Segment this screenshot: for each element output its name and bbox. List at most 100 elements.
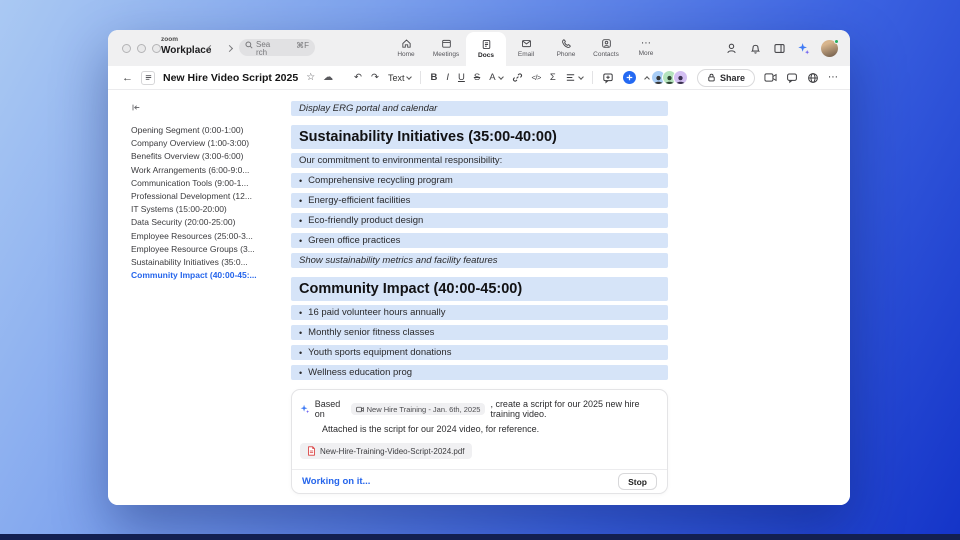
text-color-label: A [489,72,496,83]
zoom-window-button[interactable] [152,44,161,53]
tab-contacts[interactable]: Contacts [586,30,626,66]
outline-item[interactable]: Employee Resource Groups (3... [131,243,286,256]
cloud-sync-icon[interactable]: ☁ [323,72,333,83]
formula-button[interactable]: Σ [550,72,556,83]
bold-button[interactable]: B [430,72,437,83]
search-input[interactable]: Sea rch ⌘F [239,39,315,57]
doc-bullet-row[interactable]: Energy-efficient facilities [291,193,668,208]
tab-email[interactable]: Email [506,30,546,66]
undo-button[interactable]: ↶ [354,72,362,83]
doc-heading[interactable]: Community Impact (40:00-45:00) [291,277,668,301]
doc-title: New Hire Video Script 2025 [163,71,299,84]
outline-item[interactable]: Professional Development (12... [131,190,286,203]
collapse-toolbar-button[interactable] [643,75,650,82]
nav-label: Docs [478,52,494,59]
doc-bullet-row[interactable]: Green office practices [291,233,668,248]
share-label: Share [719,72,745,83]
ai-status-text: Working on it... [302,476,371,487]
outline-item-active[interactable]: Community Impact (40:00-45:... [131,269,286,282]
ai-source-chip[interactable]: New Hire Training - Jan. 6th, 2025 [350,403,486,415]
minimize-window-button[interactable] [137,44,146,53]
outline-item[interactable]: Data Security (20:00-25:00) [131,216,286,229]
doc-row[interactable]: Display ERG portal and calendar [291,101,668,116]
more-options-icon[interactable]: ⋯ [828,72,838,83]
italic-button[interactable]: I [446,72,449,83]
titlebar: zoom Workplace Sea rch ⌘F Home Meetings [108,30,850,66]
home-icon [401,39,411,48]
email-icon [521,40,531,48]
window-controls [122,44,161,53]
doc-bullet-row[interactable]: 16 paid volunteer hours annually [291,305,668,320]
outline-item[interactable]: Communication Tools (9:00-1... [131,177,286,190]
logo-zoom-text: zoom [161,36,178,43]
text-style-dropdown[interactable]: Text [387,72,413,83]
divider [591,71,593,84]
doc-bullet-row[interactable]: Monthly senior fitness classes [291,325,668,340]
doc-heading[interactable]: Sustainability Initiatives (35:00-40:00) [291,125,668,149]
doc-bullet-row[interactable]: Comprehensive recycling program [291,173,668,188]
link-icon[interactable] [512,72,523,83]
back-button[interactable]: ← [122,72,133,84]
outline-item[interactable]: Company Overview (1:00-3:00) [131,137,286,150]
insert-plus-button[interactable] [622,71,636,84]
nav-label: Contacts [593,51,619,58]
ai-attachment-chip[interactable]: New-Hire-Training-Video-Script-2024.pdf [300,443,472,459]
share-button[interactable]: Share [696,68,755,87]
collapse-outline-button[interactable] [131,99,286,117]
text-style-label: Text [387,72,405,83]
chat-icon[interactable] [786,72,798,84]
doc-row[interactable]: Show sustainability metrics and facility… [291,253,668,268]
underline-button[interactable]: U [458,72,465,83]
outline-item[interactable]: IT Systems (15:00-20:00) [131,203,286,216]
contacts-icon [601,39,611,48]
chevron-right-icon [225,44,233,52]
strikethrough-button[interactable]: S [474,72,480,83]
tab-home[interactable]: Home [386,30,426,66]
ai-attachment-name: New-Hire-Training-Video-Script-2024.pdf [320,446,465,456]
doc-bullet-row[interactable]: Eco-friendly product design [291,213,668,228]
more-icon: ⋯ [641,38,651,49]
favorite-star-icon[interactable]: ☆ [306,72,315,83]
docs-icon [482,40,490,49]
collaborator-avatars[interactable] [650,70,688,85]
doc-toolbar: ← New Hire Video Script 2025 ☆ ☁ ↶ ↷ Tex… [108,66,850,90]
zoom-workplace-logo: zoom Workplace [161,36,211,56]
close-window-button[interactable] [122,44,131,53]
doc-bullet-row[interactable]: Youth sports equipment donations [291,345,668,360]
list-icon [566,74,574,81]
doc-list-icon[interactable] [141,70,155,85]
video-camera-icon[interactable] [764,72,777,83]
outline-item[interactable]: Benefits Overview (3:00-6:00) [131,150,286,163]
nav-label: Email [517,51,535,58]
side-panel-icon[interactable] [773,42,786,55]
bell-icon[interactable] [749,42,762,55]
plus-icon [626,74,633,81]
desktop-bottom-edge [0,534,960,540]
tab-meetings[interactable]: Meetings [426,30,466,66]
redo-button[interactable]: ↷ [371,72,379,83]
doc-bullet-row[interactable]: Wellness education prog [291,365,668,380]
ai-sparkle-icon [300,404,310,414]
text-color-dropdown[interactable]: A [489,72,504,83]
code-block-button[interactable]: </> [532,73,542,82]
outline-item[interactable]: Employee Resources (25:00-3... [131,230,286,243]
tab-phone[interactable]: Phone [546,30,586,66]
globe-icon[interactable] [807,72,819,84]
stop-button[interactable]: Stop [618,473,657,490]
tab-docs[interactable]: Docs [466,32,506,66]
chevron-down-icon [497,73,504,80]
ai-companion-sparkle-icon[interactable] [797,42,810,55]
profile-person-icon[interactable] [725,42,738,55]
user-avatar[interactable] [821,38,839,57]
outline-item[interactable]: Opening Segment (0:00-1:00) [131,124,286,137]
doc-row[interactable]: Our commitment to environmental responsi… [291,153,668,168]
list-align-dropdown[interactable] [565,72,584,83]
outline-item[interactable]: Work Arrangements (6:00-9:0... [131,164,286,177]
comment-icon[interactable] [602,72,614,84]
history-forward-button[interactable] [224,43,234,53]
tab-more[interactable]: ⋯ More [626,30,666,66]
outline-item[interactable]: Sustainability Initiatives (35:0... [131,256,286,269]
ai-source-chip-label: New Hire Training - Jan. 6th, 2025 [366,404,481,414]
chevron-down-icon [406,73,413,80]
history-back-button[interactable] [205,43,215,53]
